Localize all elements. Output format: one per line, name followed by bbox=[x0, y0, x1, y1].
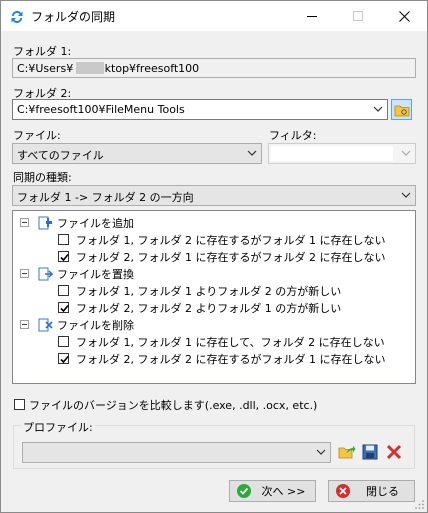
checkbox-checked[interactable] bbox=[58, 302, 69, 313]
sync-type-combo[interactable]: フォルダ 1 -> フォルダ 2 の一方向 bbox=[12, 185, 416, 206]
minimize-icon bbox=[307, 16, 317, 17]
sync-type-value: フォルダ 1 -> フォルダ 2 の一方向 bbox=[17, 191, 194, 204]
checkbox-checked[interactable] bbox=[58, 251, 69, 262]
folder2-combo[interactable]: C:¥freesoft100¥FileMenu Tools bbox=[12, 99, 388, 120]
window-title: フォルダの同期 bbox=[31, 10, 116, 24]
replace-file-icon bbox=[38, 267, 53, 280]
checkbox-unchecked[interactable] bbox=[58, 336, 69, 347]
folder1-value: C:¥Users¥ ¥Desktop¥freesoft100 bbox=[17, 62, 200, 75]
tree-item-label: フォルダ 2, フォルダ 2 に存在するがフォルダ 1 に存在しない bbox=[76, 352, 386, 366]
file-label: ファイル: bbox=[13, 129, 61, 142]
folder2-value: C:¥freesoft100¥FileMenu Tools bbox=[17, 103, 185, 116]
tree-group-add-files[interactable]: ファイルを追加 bbox=[20, 214, 134, 231]
profile-label: プロファイル: bbox=[21, 419, 95, 435]
filter-combo[interactable] bbox=[268, 143, 416, 164]
chevron-down-icon bbox=[401, 192, 411, 198]
checkbox-unchecked[interactable] bbox=[58, 285, 69, 296]
collapse-toggle[interactable] bbox=[20, 269, 29, 278]
add-file-icon bbox=[38, 216, 52, 229]
folder-icon bbox=[394, 105, 409, 116]
minimize-button[interactable] bbox=[289, 1, 335, 31]
tree-item[interactable]: フォルダ 2, フォルダ 1 に存在するがフォルダ 2 に存在しない bbox=[58, 248, 385, 265]
filter-input[interactable] bbox=[271, 146, 393, 161]
folder1-label: フォルダ 1: bbox=[13, 45, 72, 58]
tree-group-replace-files[interactable]: ファイルを置換 bbox=[20, 265, 134, 282]
profile-combo[interactable] bbox=[22, 442, 331, 463]
close-icon bbox=[398, 10, 410, 22]
collapse-toggle[interactable] bbox=[20, 320, 29, 329]
checkbox-unchecked[interactable] bbox=[58, 234, 69, 245]
tree-group-delete-files[interactable]: ファイルを削除 bbox=[20, 316, 134, 333]
chevron-down-icon bbox=[316, 449, 326, 455]
folder1-field[interactable]: C:¥Users¥ ¥Desktop¥freesoft100 bbox=[12, 58, 416, 78]
chevron-down-icon bbox=[401, 150, 411, 156]
tree-item[interactable]: フォルダ 1, フォルダ 1 に存在して、フォルダ 2 に存在しない bbox=[58, 333, 385, 350]
compare-version-checkbox[interactable] bbox=[14, 399, 25, 410]
tree-item[interactable]: フォルダ 1, フォルダ 1 よりフォルダ 2 の方が新しい bbox=[58, 282, 341, 299]
tree-group-label: ファイルを追加 bbox=[57, 216, 134, 230]
tree-item-label: フォルダ 1, フォルダ 1 よりフォルダ 2 の方が新しい bbox=[76, 284, 342, 298]
tree-item-label: フォルダ 1, フォルダ 1 に存在して、フォルダ 2 に存在しない bbox=[76, 335, 385, 349]
sync-options-tree[interactable]: ファイルを追加 フォルダ 1, フォルダ 2 に存在するがフォルダ 1 に存在し… bbox=[12, 210, 416, 384]
tree-item[interactable]: フォルダ 1, フォルダ 2 に存在するがフォルダ 1 に存在しない bbox=[58, 231, 385, 248]
save-profile-button[interactable] bbox=[360, 442, 380, 462]
load-profile-button[interactable] bbox=[337, 442, 357, 462]
maximize-button[interactable] bbox=[335, 1, 381, 31]
close-button-label: 閉じる bbox=[366, 485, 399, 498]
close-window-button[interactable] bbox=[381, 1, 427, 31]
tree-group-label: ファイルを削除 bbox=[57, 318, 134, 332]
redacted-username bbox=[76, 62, 104, 74]
chevron-down-icon[interactable] bbox=[373, 104, 383, 114]
browse-folder-button[interactable] bbox=[391, 99, 412, 120]
resize-grip-icon[interactable] bbox=[415, 500, 425, 510]
save-icon bbox=[362, 444, 378, 460]
delete-profile-button[interactable] bbox=[384, 442, 404, 462]
checkbox-checked[interactable] bbox=[58, 353, 69, 364]
next-button-label: 次へ >> bbox=[261, 485, 306, 498]
compare-version-option[interactable]: ファイルのバージョンを比較します(.exe, .dll, .ocx, etc.) bbox=[14, 396, 317, 413]
file-type-value: すべてのファイル bbox=[17, 149, 104, 162]
next-button[interactable]: 次へ >> bbox=[229, 480, 316, 502]
filter-label: フィルタ: bbox=[269, 129, 317, 142]
tree-item-label: フォルダ 1, フォルダ 2 に存在するがフォルダ 1 に存在しない bbox=[76, 233, 386, 247]
tree-item-label: フォルダ 2, フォルダ 1 に存在するがフォルダ 2 に存在しない bbox=[76, 250, 386, 264]
chevron-down-icon bbox=[247, 150, 257, 156]
compare-version-label: ファイルのバージョンを比較します(.exe, .dll, .ocx, etc.) bbox=[29, 398, 318, 412]
tree-item[interactable]: フォルダ 2, フォルダ 2 よりフォルダ 1 の方が新しい bbox=[58, 299, 341, 316]
sync-type-label: 同期の種類: bbox=[13, 171, 72, 184]
delete-file-icon bbox=[38, 318, 53, 331]
file-type-combo[interactable]: すべてのファイル bbox=[12, 143, 262, 164]
maximize-icon bbox=[353, 11, 363, 21]
close-button[interactable]: 閉じる bbox=[328, 480, 415, 502]
tree-item[interactable]: フォルダ 2, フォルダ 2 に存在するがフォルダ 1 に存在しない bbox=[58, 350, 385, 367]
folder-open-arrow-icon bbox=[338, 445, 356, 459]
sync-icon bbox=[11, 11, 23, 24]
tree-group-label: ファイルを置換 bbox=[57, 267, 134, 281]
delete-x-icon bbox=[386, 444, 402, 460]
title-bar: フォルダの同期 bbox=[1, 1, 427, 31]
sync-folders-dialog: フォルダの同期 フォルダ 1: C:¥Users¥ ¥Desktop¥frees… bbox=[0, 0, 428, 513]
collapse-toggle[interactable] bbox=[20, 218, 29, 227]
tree-item-label: フォルダ 2, フォルダ 2 よりフォルダ 1 の方が新しい bbox=[76, 301, 342, 315]
